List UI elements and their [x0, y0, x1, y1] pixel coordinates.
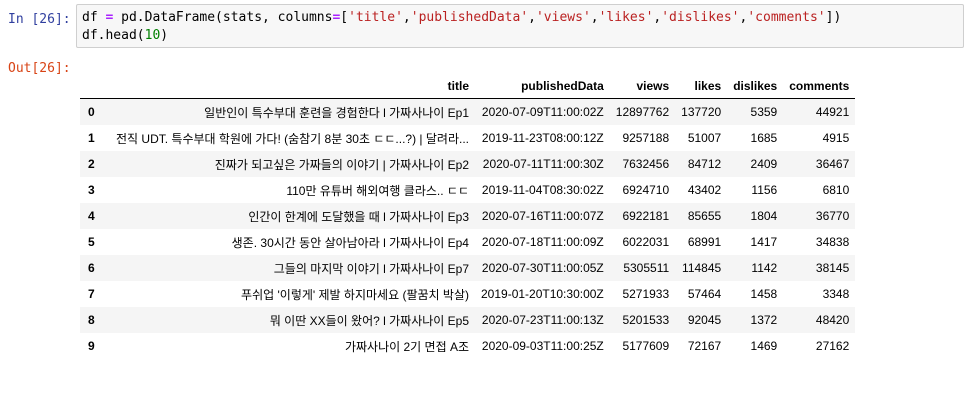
cell-likes: 84712 — [687, 157, 722, 171]
cell-likes: 51007 — [687, 131, 722, 145]
cell-title: 전직 UDT. 특수부대 학원에 가다! (숨참기 8분 30초 ㄷㄷ...?)… — [116, 131, 469, 146]
cell-views: 5271933 — [622, 287, 670, 301]
header-dislikes: dislikes — [727, 74, 784, 99]
cell-likes: 137720 — [681, 105, 722, 119]
cell-comments: 34838 — [815, 235, 850, 249]
header-row: title publishedData views likes dislikes… — [80, 74, 856, 99]
cell-title: 일반인이 특수부대 훈련을 경험한다 l 가짜사나이 Ep1 — [204, 105, 469, 120]
cell-publisheddata: 2020-07-18T11:00:09Z — [481, 235, 604, 249]
cell-comments: 27162 — [815, 339, 850, 353]
input-prompt: In [26]: — [8, 12, 71, 27]
cell-dislikes: 1142 — [751, 261, 778, 275]
cell-comments: 3348 — [822, 287, 850, 301]
table-row: 3 110만 유튜버 해외여행 클라스.. ㄷㄷ 2019-11-04T08:3… — [80, 177, 855, 203]
cell-title: 뭐 이딴 XX들이 왔어? l 가짜사나이 Ep5 — [269, 313, 469, 328]
cell-comments: 44921 — [815, 105, 850, 119]
cell-views: 12897762 — [615, 105, 670, 119]
table-row: 4 인간이 한계에 도달했을 때 l 가짜사나이 Ep3 2020-07-16T… — [80, 203, 856, 229]
cell-comments: 38145 — [815, 261, 850, 275]
cell-dislikes: 1804 — [750, 209, 778, 223]
cell-publisheddata: 2019-11-04T08:30:02Z — [481, 183, 604, 197]
table-row: 8 뭐 이딴 XX들이 왔어? l 가짜사나이 Ep5 2020-07-23T1… — [80, 307, 856, 333]
output-prompt: Out[26]: — [8, 61, 71, 76]
row-index: 3 — [88, 183, 95, 197]
cell-likes: 72167 — [687, 339, 722, 353]
cell-likes: 57464 — [687, 287, 722, 301]
cell-comments: 4915 — [822, 131, 850, 145]
cell-dislikes: 1469 — [750, 339, 778, 353]
code-editor[interactable]: df = pd.DataFrame(stats, columns=['title… — [76, 4, 964, 48]
cell-publisheddata: 2019-11-23T08:00:12Z — [481, 131, 604, 145]
dataframe-table: title publishedData views likes dislikes… — [80, 74, 856, 360]
cell-publisheddata: 2020-07-11T11:00:30Z — [482, 157, 604, 171]
header-title: title — [110, 74, 475, 99]
cell-dislikes: 1372 — [750, 313, 778, 327]
cell-publisheddata: 2019-01-20T10:30:00Z — [481, 287, 604, 301]
table-row: 6 그들의 마지막 이야기 l 가짜사나이 Ep7 2020-07-30T11:… — [80, 255, 856, 281]
header-index — [80, 74, 110, 99]
cell-views: 5201533 — [622, 313, 670, 327]
cell-views: 7632456 — [622, 157, 670, 171]
cell-comments: 36467 — [815, 157, 850, 171]
cell-publisheddata: 2020-09-03T11:00:25Z — [481, 339, 604, 353]
table-header: title publishedData views likes dislikes… — [80, 74, 856, 99]
row-index: 9 — [88, 339, 95, 353]
row-index: 6 — [88, 261, 95, 275]
cell-views: 9257188 — [622, 131, 670, 145]
cell-views: 6022031 — [622, 235, 670, 249]
row-index: 0 — [88, 105, 95, 119]
cell-publisheddata: 2020-07-30T11:00:05Z — [481, 261, 604, 275]
table-row: 9 가짜사나이 2기 면접 A조 2020-09-03T11:00:25Z 51… — [80, 333, 855, 359]
cell-views: 6924710 — [622, 183, 670, 197]
cell-views: 5177609 — [622, 339, 670, 353]
header-publisheddata: publishedData — [475, 74, 610, 99]
table-row: 1 전직 UDT. 특수부대 학원에 가다! (숨참기 8분 30초 ㄷㄷ...… — [80, 125, 855, 151]
row-index: 4 — [88, 209, 95, 223]
input-cell[interactable]: In [26]: df = pd.DataFrame(stats, column… — [0, 0, 966, 50]
table-row: 7 푸쉬업 '이렇게' 제발 하지마세요 (팔꿈치 박살) 2019-01-20… — [80, 281, 855, 307]
cell-title: 110만 유튜버 해외여행 클라스.. ㄷㄷ — [286, 183, 469, 198]
table-row: 5 생존. 30시간 동안 살아남아라 l 가짜사나이 Ep4 2020-07-… — [80, 229, 855, 255]
cell-dislikes: 1417 — [750, 235, 778, 249]
table-row: 0 일반인이 특수부대 훈련을 경험한다 l 가짜사나이 Ep1 2020-07… — [80, 98, 856, 125]
row-index: 5 — [88, 235, 95, 249]
cell-likes: 68991 — [687, 235, 722, 249]
header-likes: likes — [675, 74, 728, 99]
cell-likes: 114845 — [682, 261, 722, 275]
cell-dislikes: 5359 — [750, 105, 778, 119]
cell-likes: 43402 — [687, 183, 722, 197]
row-index: 1 — [88, 131, 95, 145]
cell-comments: 36770 — [815, 209, 850, 223]
cell-publisheddata: 2020-07-09T11:00:02Z — [481, 105, 604, 119]
row-index: 2 — [88, 157, 95, 171]
cell-dislikes: 2409 — [750, 157, 778, 171]
cell-likes: 85655 — [687, 209, 722, 223]
cell-publisheddata: 2020-07-16T11:00:07Z — [481, 209, 604, 223]
table-body: 0 일반인이 특수부대 훈련을 경험한다 l 가짜사나이 Ep1 2020-07… — [80, 98, 856, 360]
code-line-1: df = pd.DataFrame(stats, columns=['title… — [82, 10, 842, 25]
header-comments: comments — [783, 74, 856, 99]
cell-views: 6922181 — [622, 209, 670, 223]
cell-views: 5305511 — [623, 261, 670, 275]
row-index: 7 — [88, 287, 95, 301]
cell-title: 인간이 한계에 도달했을 때 l 가짜사나이 Ep3 — [248, 209, 469, 224]
cell-title: 생존. 30시간 동안 살아남아라 l 가짜사나이 Ep4 — [231, 235, 469, 250]
cell-title: 진짜가 되고싶은 가짜들의 이야기 | 가짜사나이 Ep2 — [214, 157, 469, 172]
cell-publisheddata: 2020-07-23T11:00:13Z — [481, 313, 604, 327]
cell-comments: 48420 — [815, 313, 850, 327]
cell-comments: 6810 — [822, 183, 850, 197]
cell-dislikes: 1156 — [751, 183, 778, 197]
table-row: 2 진짜가 되고싶은 가짜들의 이야기 | 가짜사나이 Ep2 2020-07-… — [80, 151, 856, 177]
row-index: 8 — [88, 313, 95, 327]
code-line-2: df.head(10) — [82, 28, 169, 43]
cell-likes: 92045 — [687, 313, 722, 327]
cell-dislikes: 1685 — [750, 131, 778, 145]
cell-title: 가짜사나이 2기 면접 A조 — [344, 339, 469, 354]
cell-title: 푸쉬업 '이렇게' 제발 하지마세요 (팔꿈치 박살) — [241, 287, 469, 302]
header-views: views — [609, 74, 676, 99]
cell-title: 그들의 마지막 이야기 l 가짜사나이 Ep7 — [273, 261, 469, 276]
cell-dislikes: 1458 — [750, 287, 778, 301]
